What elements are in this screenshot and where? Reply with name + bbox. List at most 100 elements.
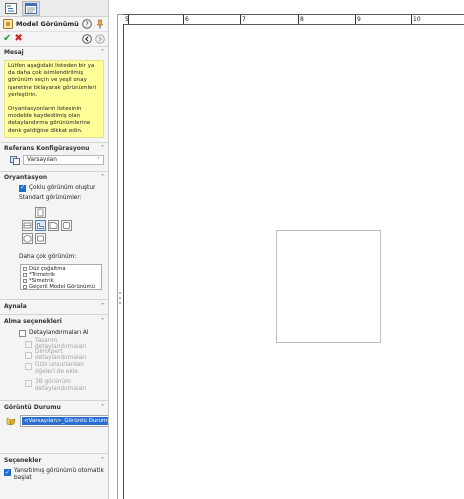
- 3d-view-annotations-label: 3B görünüm detaylandırmaları: [35, 379, 87, 393]
- display-state-icon: [5, 416, 17, 426]
- display-state-row: <Varsayılan>_Görüntü Durumu-1: [0, 413, 108, 429]
- ruler-label: 10: [413, 16, 421, 23]
- reference-config-row: Varsayılan ˅: [0, 154, 108, 167]
- chevron-down-icon: ˅: [97, 156, 100, 164]
- message-section-header[interactable]: Mesaj ˄: [0, 47, 108, 58]
- multi-view-checkbox[interactable]: ✓: [19, 184, 26, 192]
- ruler-label: 9: [357, 16, 361, 23]
- panel-title-bar: Model Görünümü ?: [0, 17, 108, 32]
- display-state-header[interactable]: Görüntü Durumu ˄: [0, 401, 108, 413]
- ruler-label: 8: [300, 16, 304, 23]
- feature-tree-icon: [5, 2, 17, 14]
- reference-config-dropdown[interactable]: Varsayılan ˅: [23, 155, 104, 166]
- collapse-chevron-icon[interactable]: ˄: [101, 318, 104, 325]
- ruler-tick: [183, 15, 184, 24]
- display-state-section: Görüntü Durumu ˄ <Varsayılan>_Görüntü Du…: [0, 400, 108, 453]
- top-view-button[interactable]: [35, 206, 46, 218]
- display-state-list[interactable]: <Varsayılan>_Görüntü Durumu-1: [20, 415, 108, 428]
- list-item-checkbox[interactable]: [23, 266, 27, 271]
- collapse-chevron-icon[interactable]: ˄: [101, 404, 104, 411]
- model-view-preview-frame[interactable]: [276, 230, 381, 343]
- canvas-edge: [117, 14, 118, 499]
- app-window: Model Görünümü ? ✔ ✖ Mesaj ˄ Lütfen aşağ…: [0, 0, 464, 499]
- auto-start-checkbox[interactable]: ✓: [4, 469, 11, 477]
- orientation-section: Oryantasyon ˄ ✓ Çoklu görünüm oluştur St…: [0, 170, 108, 299]
- hidden-features-label: Gizli unsurlardan öğeleri de ekle: [35, 361, 84, 375]
- options-section: Seçenekler ˄ ✓ Yansıtılmış görünümü otom…: [0, 453, 108, 483]
- hidden-features-row: Gizli unsurlardan öğeleri de ekle: [0, 361, 108, 377]
- ruler-tick: [411, 15, 412, 24]
- ruler-tick: [240, 15, 241, 24]
- multi-view-label: Çoklu görünüm oluştur: [29, 185, 96, 192]
- property-manager-tab[interactable]: [22, 0, 40, 16]
- mirror-header[interactable]: Aynala ˅: [0, 300, 108, 314]
- list-item-checkbox[interactable]: [23, 284, 27, 289]
- hidden-features-checkbox[interactable]: [25, 362, 32, 370]
- auto-start-label: Yansıtılmış görünümü otomatik başlat: [14, 468, 104, 481]
- dimxpert-annotations-row: DimXpert detaylandırmaları: [0, 349, 108, 362]
- next-button[interactable]: [95, 34, 105, 44]
- bottom-view-button[interactable]: [35, 232, 46, 244]
- help-icon[interactable]: ?: [82, 19, 92, 29]
- multi-view-row: ✓ Çoklu görünüm oluştur: [0, 183, 108, 194]
- message-box: Lütfen aşağıdaki listeden bir ya da daha…: [4, 60, 104, 138]
- reference-config-title: Referans Konfigürasyonu: [4, 144, 90, 152]
- import-options-header[interactable]: Alma seçenekleri ˄: [0, 315, 108, 328]
- ruler-tick: [355, 15, 356, 24]
- ok-button[interactable]: ✔: [3, 34, 11, 44]
- options-title: Seçenekler: [4, 457, 42, 465]
- orientation-header[interactable]: Oryantasyon ˄: [0, 172, 108, 183]
- standard-views-grid: [4, 203, 104, 251]
- collapse-chevron-icon[interactable]: ˄: [101, 457, 104, 464]
- standard-views-label: Standart görünümler:: [19, 195, 82, 202]
- ruler-label: 5: [125, 16, 129, 23]
- list-item-checkbox[interactable]: [23, 278, 27, 283]
- dimxpert-annotations-label: DimXpert detaylandırmaları: [35, 349, 87, 362]
- 3d-view-annotations-row: 3B görünüm detaylandırmaları: [0, 378, 108, 394]
- front-view-button[interactable]: [35, 219, 46, 231]
- model-view-icon: [3, 19, 13, 29]
- reference-config-header[interactable]: Referans Konfigürasyonu ˄: [0, 143, 108, 154]
- right-view-button[interactable]: [48, 219, 59, 231]
- ruler-label: 7: [242, 16, 246, 23]
- options-header[interactable]: Seçenekler ˄: [0, 454, 108, 467]
- feature-manager-tab[interactable]: [2, 1, 20, 16]
- left-view-button[interactable]: [22, 219, 33, 231]
- reference-config-section: Referans Konfigürasyonu ˄ Varsayılan ˅: [0, 141, 108, 171]
- expand-chevron-icon[interactable]: ˅: [101, 303, 104, 310]
- panel-tab-bar: [0, 0, 108, 17]
- ruler-tick: [298, 15, 299, 24]
- page-title: Model Görünümü: [16, 20, 79, 28]
- dimxpert-annotations-checkbox[interactable]: [25, 351, 32, 359]
- collapse-chevron-icon[interactable]: ˄: [101, 145, 104, 152]
- mirror-title: Aynala: [4, 303, 27, 311]
- cancel-button[interactable]: ✖: [14, 34, 22, 44]
- import-annotations-checkbox[interactable]: [19, 329, 26, 337]
- message-section-title: Mesaj: [4, 49, 24, 56]
- message-paragraph-2: Oryantasyonların listesinin modelde kayd…: [8, 106, 91, 134]
- pin-icon[interactable]: [95, 19, 105, 29]
- sheet-border-left: [123, 25, 124, 499]
- property-manager-icon: [25, 2, 37, 14]
- display-state-selected[interactable]: <Varsayılan>_Görüntü Durumu-1: [22, 417, 108, 426]
- isometric-view-button[interactable]: [22, 232, 33, 244]
- list-item-checkbox[interactable]: [23, 272, 27, 277]
- collapse-chevron-icon[interactable]: ˄: [101, 174, 104, 181]
- svg-text:?: ?: [85, 21, 89, 29]
- collapse-chevron-icon[interactable]: ˄: [101, 49, 104, 56]
- configuration-icon: [10, 155, 20, 166]
- import-options-section: Alma seçenekleri ˄ Detaylandırmaları Al …: [0, 313, 108, 400]
- message-section: Mesaj ˄ Lütfen aşağıdaki listeden bir ya…: [0, 46, 108, 138]
- auto-start-row: ✓ Yansıtılmış görünümü otomatik başlat: [0, 467, 108, 483]
- import-annotations-label: Detaylandırmaları Al: [29, 330, 89, 337]
- more-views-label: Daha çok görünüm:: [19, 254, 77, 261]
- design-annotations-checkbox[interactable]: [25, 340, 32, 348]
- ruler-label: 6: [185, 16, 189, 23]
- back-view-button[interactable]: [61, 219, 72, 231]
- more-views-list[interactable]: Düz çoğaltma *Trimetrik *Simetrik Geçerl…: [20, 263, 102, 290]
- back-button[interactable]: [82, 34, 92, 44]
- action-row: ✔ ✖: [0, 32, 108, 46]
- mirror-section: Aynala ˅: [0, 298, 108, 314]
- 3d-view-annotations-checkbox[interactable]: [25, 380, 32, 388]
- message-paragraph-1: Lütfen aşağıdaki listeden bir ya da daha…: [8, 63, 97, 98]
